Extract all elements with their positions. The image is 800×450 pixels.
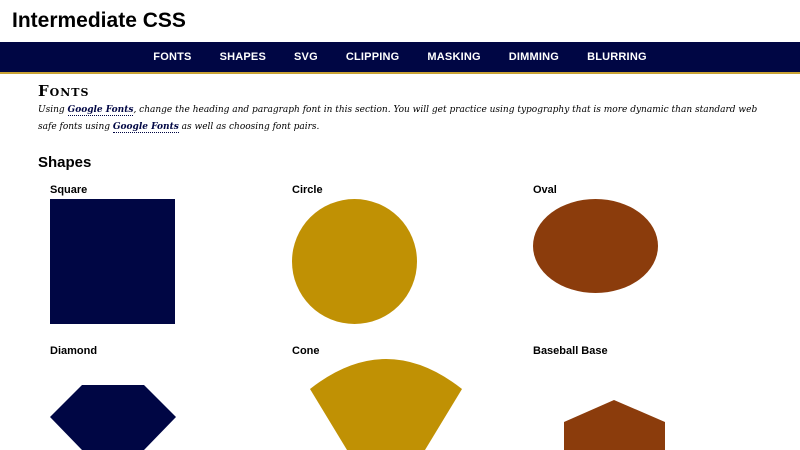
nav-link-masking[interactable]: MASKING <box>427 51 480 63</box>
fonts-heading: Fonts <box>38 82 90 100</box>
nav-link-shapes[interactable]: SHAPES <box>220 51 266 63</box>
square-label: Square <box>50 184 88 196</box>
google-fonts-link-2[interactable]: Google Fonts <box>112 122 179 133</box>
nav-link-fonts[interactable]: FONTS <box>153 51 191 63</box>
site-title: Intermediate CSS <box>12 9 186 32</box>
shapes-heading: Shapes <box>38 154 92 171</box>
circle-shape <box>292 199 417 324</box>
nav-link-svg[interactable]: SVG <box>294 51 318 63</box>
cone-label: Cone <box>292 345 320 357</box>
page: Intermediate CSS FONTS SHAPES SVG CLIPPI… <box>0 0 800 450</box>
nav-link-dimming[interactable]: DIMMING <box>509 51 559 63</box>
google-fonts-link-1[interactable]: Google Fonts <box>67 105 134 116</box>
diamond-label: Diamond <box>50 345 98 357</box>
baseball-base-shape <box>564 400 665 450</box>
nav-link-clipping[interactable]: CLIPPING <box>346 51 400 63</box>
diamond-shape <box>50 385 176 450</box>
oval-label: Oval <box>533 184 557 196</box>
main-navbar: FONTS SHAPES SVG CLIPPING MASKING DIMMIN… <box>0 42 800 74</box>
fonts-paragraph: Using Google Fonts, change the heading a… <box>38 102 763 136</box>
square-shape <box>50 199 175 324</box>
fonts-paragraph-text-3: as well as choosing font pairs. <box>178 122 320 132</box>
circle-label: Circle <box>292 184 323 196</box>
fonts-paragraph-text-1: Using <box>38 105 68 115</box>
cone-shape <box>310 359 462 450</box>
oval-shape <box>533 199 658 293</box>
baseball-base-label: Baseball Base <box>533 345 608 357</box>
nav-link-blurring[interactable]: BLURRING <box>587 51 647 63</box>
